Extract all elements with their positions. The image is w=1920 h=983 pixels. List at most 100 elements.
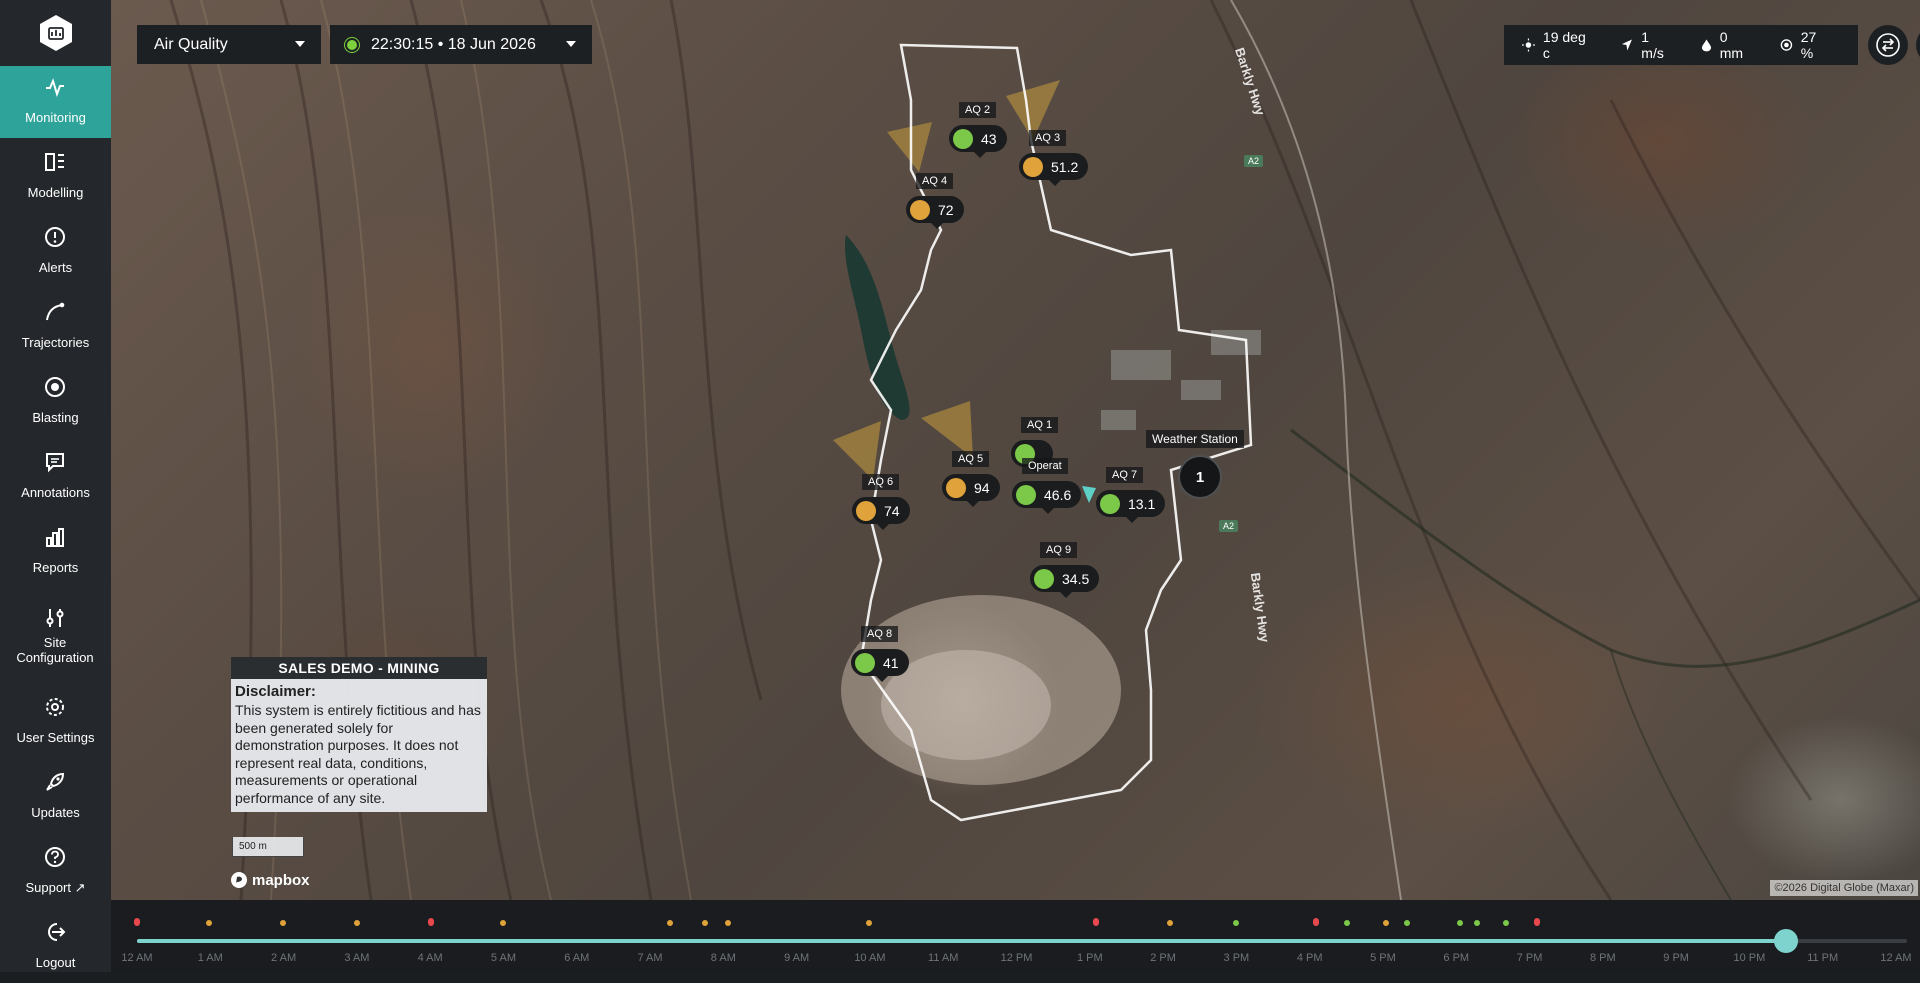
- sensor-name: AQ 5: [952, 451, 990, 467]
- sensor-name: AQ 7: [1106, 467, 1144, 483]
- time-select-dropdown[interactable]: 22:30:15 • 18 Jun 2026: [330, 25, 592, 64]
- status-indicator: [1034, 568, 1054, 589]
- sensor-value: 34.5: [1062, 570, 1090, 587]
- external-link-icon: ↗: [74, 880, 86, 895]
- sensor-value: 74: [884, 502, 900, 519]
- timeline-event-marker[interactable]: [1403, 920, 1410, 926]
- sensor-name: AQ 1: [1021, 417, 1059, 433]
- sensor-marker[interactable]: Operat 46.6: [1012, 458, 1082, 514]
- sidebar-item-logout[interactable]: Logout: [0, 911, 111, 983]
- sidebar-item-label: Annotations: [21, 485, 90, 500]
- wind-arrow-icon: [1082, 486, 1096, 503]
- road-badge: A2: [1219, 520, 1239, 532]
- disclaimer-heading: Disclaimer:: [235, 683, 316, 700]
- sensor-name: AQ 3: [1029, 130, 1067, 146]
- help-icon: [45, 847, 65, 867]
- timeline-hour-label: 4 PM: [1296, 952, 1323, 964]
- mapbox-logo[interactable]: mapbox: [230, 871, 310, 889]
- timeline-hour-label: 7 PM: [1516, 952, 1543, 964]
- sidebar-item-label: Blasting: [32, 410, 79, 425]
- sidebar-item-modelling[interactable]: Modelling: [0, 141, 111, 213]
- timeline-hour-label: 10 AM: [854, 952, 886, 964]
- app-logo[interactable]: [36, 13, 76, 53]
- sidebar-item-user-settings[interactable]: User Settings: [0, 686, 111, 758]
- timeline-progress: [137, 939, 1787, 943]
- sidebar-item-label: Alerts: [38, 260, 73, 275]
- sidebar-item-label: Logout: [35, 955, 76, 970]
- timeline-event-marker[interactable]: [427, 918, 434, 926]
- status-indicator: [855, 652, 875, 673]
- sensor-value: 13.1: [1128, 495, 1156, 512]
- sidebar-item-site-configuration[interactable]: Site Configuration: [0, 597, 111, 669]
- sidebar-item-updates[interactable]: Updates: [0, 761, 111, 833]
- swap-icon: [1876, 33, 1900, 57]
- map-view[interactable]: Barkly Hwy A2 A2 Barkly Hwy Air Quality …: [111, 0, 1920, 900]
- timeline-event-marker[interactable]: [499, 920, 506, 926]
- sun-icon: [1522, 38, 1535, 52]
- sidebar-item-trajectories[interactable]: Trajectories: [0, 291, 111, 363]
- timeline-event-marker[interactable]: [1312, 918, 1319, 926]
- timeline-event-marker[interactable]: [1166, 920, 1173, 926]
- timeline-event-marker[interactable]: [1092, 918, 1099, 926]
- swap-button[interactable]: [1868, 25, 1908, 65]
- timeline-hour-label: 12 AM: [121, 952, 153, 964]
- timeline-handle[interactable]: [1774, 929, 1799, 953]
- wind-direction-icon: [1622, 39, 1633, 51]
- sidebar-item-blasting[interactable]: Blasting: [0, 366, 111, 438]
- wind-readout: 1 m/s: [1620, 29, 1672, 61]
- sensor-marker[interactable]: AQ 9 34.5: [1030, 542, 1100, 598]
- timeline-event-marker[interactable]: [666, 920, 673, 926]
- timeline-event-marker[interactable]: [702, 920, 709, 926]
- timeline-event-marker[interactable]: [1502, 920, 1509, 926]
- timeline-event-marker[interactable]: [1344, 920, 1351, 926]
- timeline-hour-label: 5 AM: [490, 952, 516, 964]
- timeline-event-marker[interactable]: [353, 920, 360, 926]
- sensor-marker[interactable]: AQ 2 43: [949, 102, 1007, 158]
- timeline-event-marker[interactable]: [1456, 920, 1463, 926]
- sidebar-item-label: Reports: [32, 560, 79, 575]
- timeline-event-marker[interactable]: [725, 920, 732, 926]
- sidebar-item-annotations[interactable]: Annotations: [0, 441, 111, 513]
- sidebar-item-monitoring[interactable]: Monitoring: [0, 66, 111, 138]
- sensor-marker[interactable]: AQ 3 51.2: [1019, 130, 1089, 186]
- status-indicator: [910, 199, 930, 220]
- sensor-value: 43: [981, 130, 997, 147]
- sensor-marker[interactable]: AQ 5 94: [942, 451, 1000, 507]
- pulse-icon: [46, 78, 64, 98]
- map-attribution[interactable]: ©2026 Digital Globe (Maxar): [1770, 880, 1918, 896]
- sidebar-item-alerts[interactable]: Alerts: [0, 216, 111, 288]
- timeline-event-marker[interactable]: [865, 920, 872, 926]
- rocket-icon: [46, 772, 65, 791]
- timeline-event-marker[interactable]: [1474, 920, 1481, 926]
- timeline-events: [111, 918, 1920, 930]
- sensor-value: 94: [974, 479, 990, 496]
- sensor-marker[interactable]: AQ 7 13.1: [1096, 467, 1166, 523]
- timeline-hour-label: 3 AM: [344, 952, 370, 964]
- timeline-event-marker[interactable]: [1233, 920, 1240, 926]
- status-indicator: [1016, 484, 1036, 505]
- sensor-marker[interactable]: AQ 8 41: [851, 626, 909, 682]
- layer-select-dropdown[interactable]: Air Quality: [137, 25, 321, 64]
- timeline-hour-label: 3 PM: [1223, 952, 1250, 964]
- timeline-event-marker[interactable]: [1534, 918, 1541, 926]
- sensor-name: AQ 6: [862, 474, 900, 490]
- sidebar-item-reports[interactable]: Reports: [0, 516, 111, 588]
- sensor-marker[interactable]: AQ 6 74: [852, 474, 910, 530]
- trajectory-icon: [46, 302, 65, 321]
- sidebar-item-support[interactable]: Support ↗: [0, 836, 111, 908]
- sidebar-item-label: Support ↗: [25, 880, 86, 895]
- timeline-event-marker[interactable]: [206, 920, 213, 926]
- sensor-marker[interactable]: AQ 4 72: [906, 173, 964, 229]
- temperature-readout: 19 deg c: [1522, 29, 1592, 61]
- sidebar-item-label: Trajectories: [21, 335, 90, 350]
- timeline-hour-label: 5 PM: [1370, 952, 1396, 964]
- sidebar-item-label: Monitoring: [25, 110, 86, 125]
- cluster-marker[interactable]: 1: [1178, 455, 1222, 499]
- timeline-event-marker[interactable]: [134, 918, 140, 926]
- comment-icon: [46, 453, 64, 473]
- timeline-hour-label: 12 AM: [1880, 952, 1912, 964]
- timeline-event-marker[interactable]: [279, 920, 286, 926]
- gear-icon: [46, 698, 64, 716]
- timeline-event-marker[interactable]: [1382, 920, 1389, 926]
- sidebar: Monitoring Modelling Alerts Trajectories…: [0, 0, 111, 972]
